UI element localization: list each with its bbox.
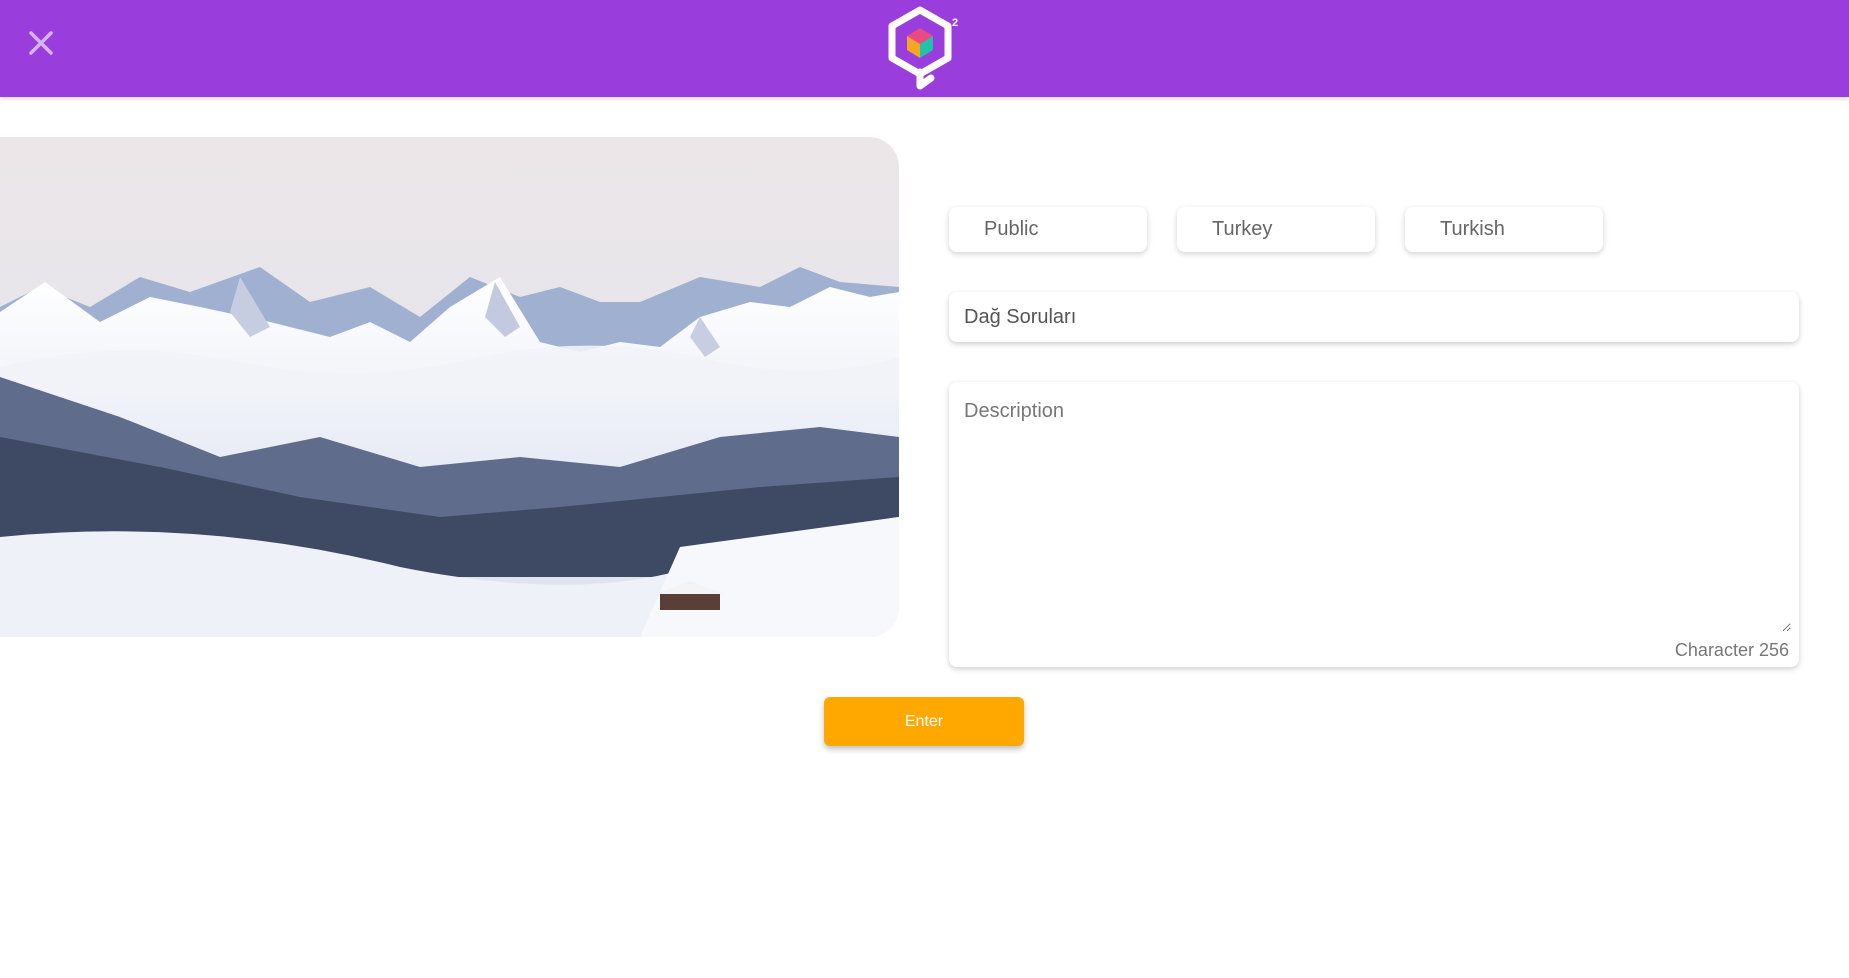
visibility-selector[interactable]: Public	[949, 207, 1147, 252]
character-counter: Character 256	[1674, 640, 1789, 660]
country-value: Turkey	[1212, 218, 1273, 240]
language-value: Turkish	[1440, 218, 1505, 240]
snowy-mountain-landscape-icon	[0, 137, 899, 637]
top-bar: 2	[0, 0, 1849, 97]
title-field-container	[949, 292, 1799, 342]
hero-image	[0, 137, 899, 637]
visibility-value: Public	[984, 218, 1039, 240]
title-input[interactable]	[949, 292, 1799, 342]
close-button[interactable]	[22, 24, 60, 62]
close-icon	[29, 31, 53, 55]
language-selector[interactable]: Turkish	[1405, 207, 1603, 252]
enter-button[interactable]: Enter	[824, 697, 1024, 746]
country-selector[interactable]: Turkey	[1177, 207, 1375, 252]
description-field-container: Character 256	[949, 382, 1799, 667]
logo-superscript: 2	[952, 17, 958, 29]
description-textarea[interactable]	[949, 382, 1791, 632]
cube-logo-icon: 2	[888, 6, 958, 90]
app-logo[interactable]: 2	[885, 6, 965, 90]
